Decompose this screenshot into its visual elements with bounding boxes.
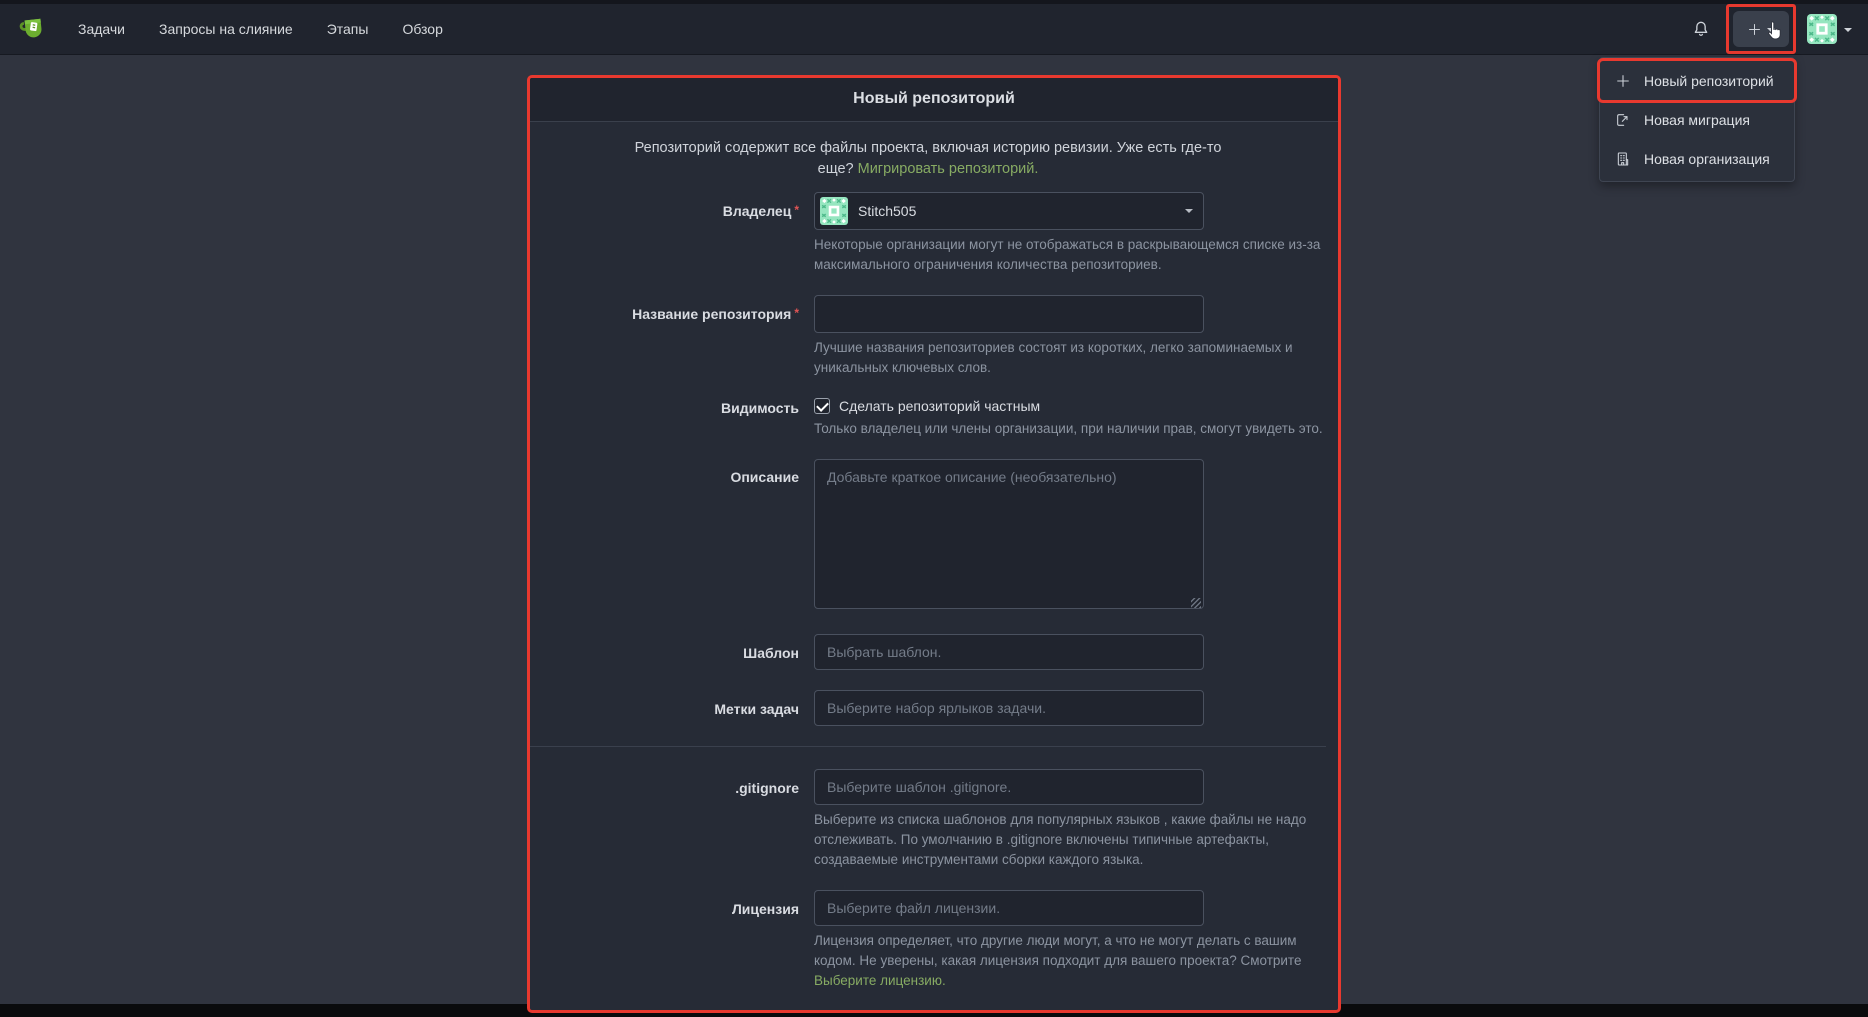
- gitignore-select-input[interactable]: [814, 769, 1204, 805]
- license-help-text: Лицензия определяет, что другие люди мог…: [814, 933, 1301, 968]
- user-menu-chevron-down-icon[interactable]: [1844, 28, 1852, 36]
- owner-help: Некоторые организации могут не отображат…: [814, 235, 1324, 275]
- nav-item-pull-requests[interactable]: Запросы на слияние: [159, 21, 293, 37]
- visibility-label: Видимость: [530, 398, 799, 439]
- repo-name-input[interactable]: [814, 295, 1204, 333]
- chevron-down-icon: [1185, 209, 1193, 217]
- top-navbar: Задачи Запросы на слияние Этапы Обзор: [0, 4, 1868, 55]
- owner-select[interactable]: Stitch505: [814, 192, 1204, 230]
- menu-item-label: Новая миграция: [1644, 112, 1750, 128]
- visibility-help: Только владелец или члены организации, п…: [814, 419, 1324, 439]
- navbar-right: [1691, 11, 1852, 47]
- plus-icon: [1747, 22, 1762, 37]
- create-menu-dropdown: Новый репозиторий Новая миграция Новая о…: [1599, 57, 1795, 182]
- owner-row: Владелец: [530, 192, 1326, 275]
- license-label: Лицензия: [530, 890, 799, 991]
- plus-icon: [1614, 73, 1632, 89]
- description-row: Описание: [530, 459, 1326, 614]
- primary-nav: Задачи Запросы на слияние Этапы Обзор: [78, 21, 443, 37]
- issue-labels-label: Метки задач: [530, 690, 799, 726]
- migrate-repository-link[interactable]: Мигрировать репозиторий.: [858, 161, 1039, 177]
- textarea-resize-handle[interactable]: [1191, 598, 1201, 608]
- gitea-logo[interactable]: [18, 14, 50, 44]
- organization-icon: [1614, 151, 1632, 167]
- owner-value: Stitch505: [858, 203, 1185, 219]
- owner-label: Владелец: [530, 192, 799, 275]
- repo-name-label: Название репозитория: [530, 295, 799, 378]
- template-label: Шаблон: [530, 634, 799, 670]
- menu-item-label: Новый репозиторий: [1644, 73, 1774, 89]
- form-divider: [530, 746, 1326, 747]
- license-help: Лицензия определяет, что другие люди мог…: [814, 931, 1324, 991]
- menu-item-new-migration[interactable]: Новая миграция: [1600, 100, 1794, 139]
- choose-license-link[interactable]: Выберите лицензию.: [814, 973, 946, 988]
- private-repo-checkbox-label[interactable]: Сделать репозиторий частным: [839, 398, 1040, 414]
- chevron-down-icon: [1767, 28, 1775, 36]
- repo-name-help: Лучшие названия репозиториев состоят из …: [814, 338, 1324, 378]
- form-intro: Репозиторий содержит все файлы проекта, …: [618, 138, 1238, 180]
- gitignore-help: Выберите из списка шаблонов для популярн…: [814, 810, 1324, 870]
- nav-item-milestones[interactable]: Этапы: [327, 21, 369, 37]
- user-avatar[interactable]: [1807, 14, 1837, 44]
- description-label: Описание: [530, 459, 799, 614]
- issue-labels-select-input[interactable]: [814, 690, 1204, 726]
- owner-avatar: [820, 197, 848, 225]
- migration-icon: [1614, 112, 1632, 128]
- description-textarea[interactable]: [814, 459, 1204, 609]
- form-title: Новый репозиторий: [530, 78, 1338, 122]
- private-repo-checkbox[interactable]: [814, 398, 830, 414]
- license-select-input[interactable]: [814, 890, 1204, 926]
- template-row: Шаблон: [530, 634, 1326, 670]
- license-row: Лицензия Лицензия определяет, что другие…: [530, 890, 1326, 991]
- menu-item-label: Новая организация: [1644, 151, 1770, 167]
- menu-item-new-organization[interactable]: Новая организация: [1600, 139, 1794, 178]
- new-repository-form-panel: Новый репозиторий Репозиторий содержит в…: [527, 75, 1341, 1013]
- template-select-input[interactable]: [814, 634, 1204, 670]
- create-new-button-wrap: [1733, 11, 1789, 47]
- repo-name-row: Название репозитория Лучшие названия реп…: [530, 295, 1326, 378]
- nav-item-issues[interactable]: Задачи: [78, 21, 125, 37]
- visibility-row: Видимость Сделать репозиторий частным То…: [530, 398, 1326, 439]
- issue-labels-row: Метки задач: [530, 690, 1326, 726]
- form-body: Репозиторий содержит все файлы проекта, …: [530, 122, 1338, 991]
- notifications-bell-icon[interactable]: [1691, 19, 1711, 39]
- nav-item-explore[interactable]: Обзор: [402, 21, 442, 37]
- create-new-button[interactable]: [1733, 11, 1789, 47]
- gitignore-label: .gitignore: [530, 769, 799, 870]
- menu-item-new-repository[interactable]: Новый репозиторий: [1600, 61, 1794, 100]
- gitignore-row: .gitignore Выберите из списка шаблонов д…: [530, 769, 1326, 870]
